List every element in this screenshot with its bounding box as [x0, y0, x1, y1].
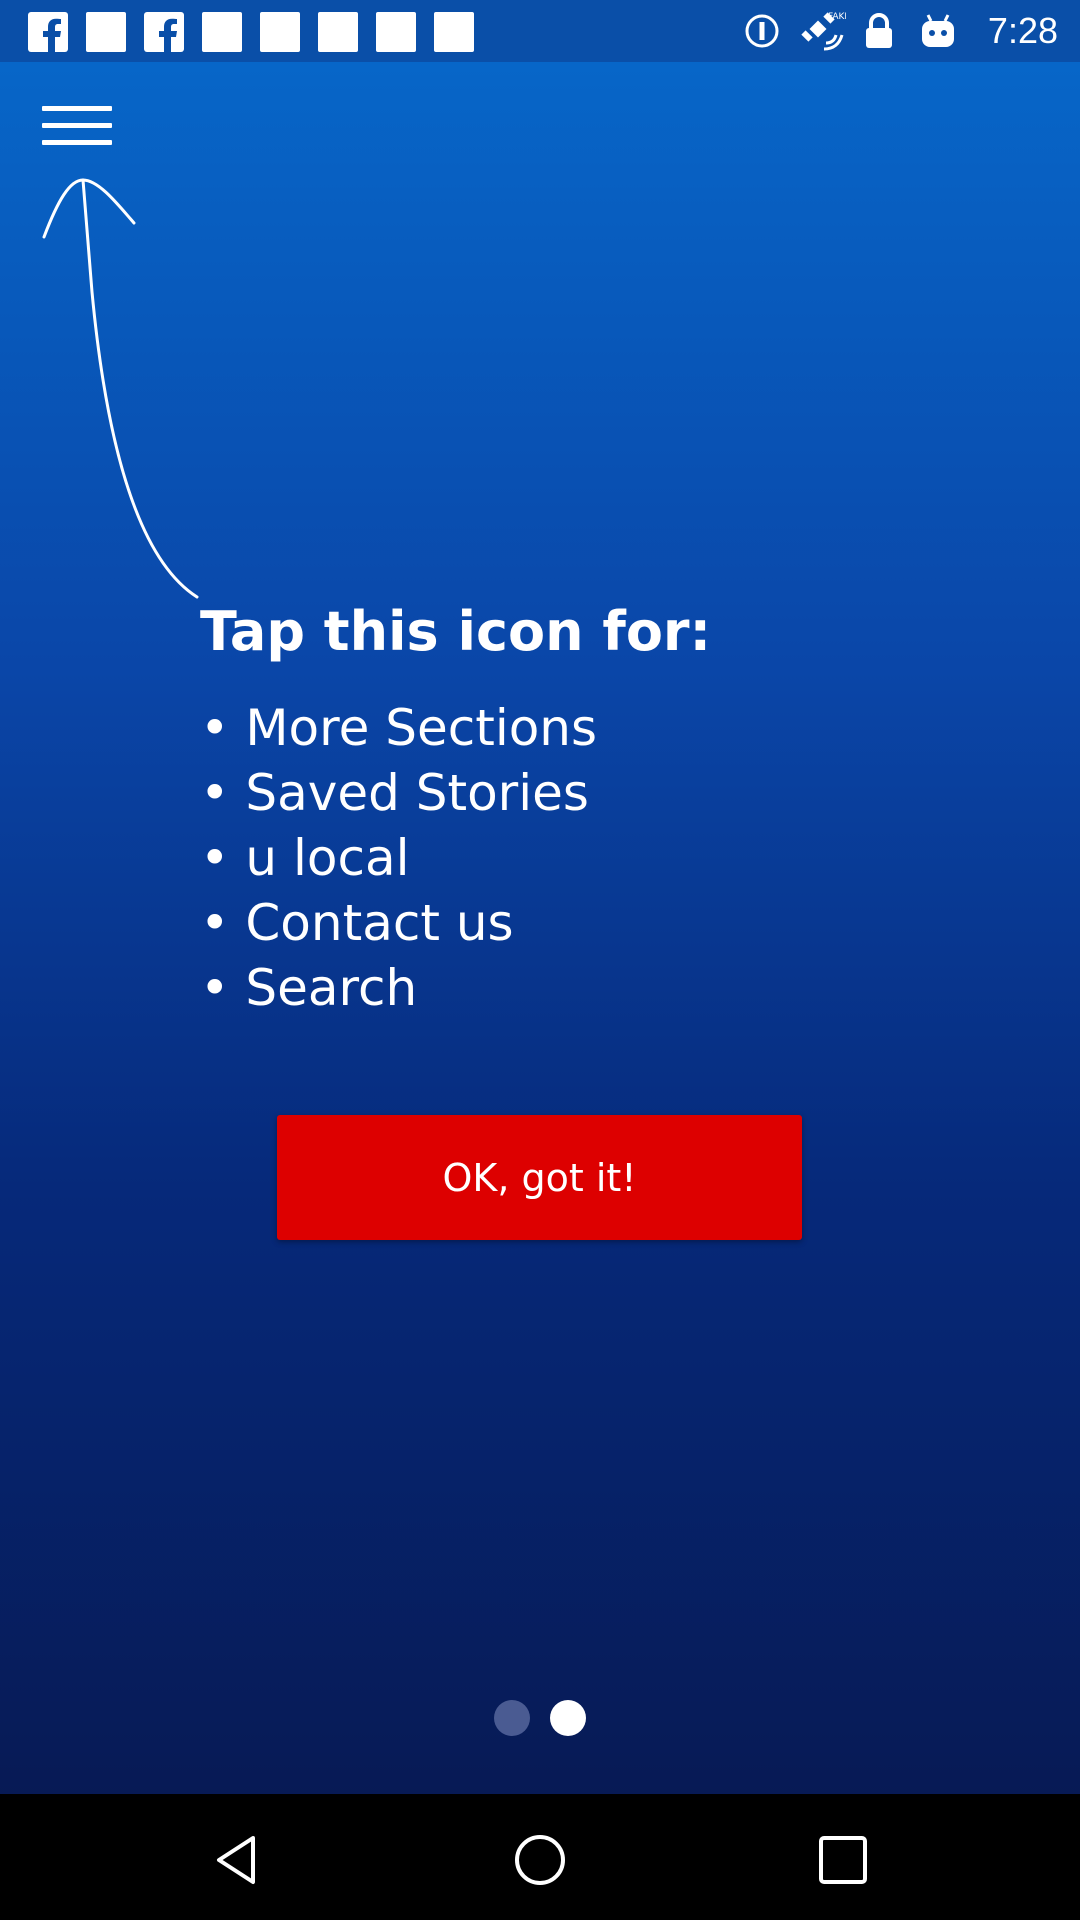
svg-text:FAKE: FAKE — [828, 12, 846, 22]
status-time: 7:28 — [987, 10, 1058, 51]
onboarding-overlay: Tap this icon for: More Sections Saved S… — [0, 62, 1080, 1794]
notification-square-icon — [202, 12, 242, 52]
notification-square-icon — [260, 12, 300, 52]
back-icon[interactable] — [209, 1832, 265, 1888]
facebook-icon — [28, 12, 68, 52]
info-circle-icon — [745, 14, 779, 48]
list-item: Contact us — [200, 891, 597, 956]
list-item: Saved Stories — [200, 761, 597, 826]
status-bar: FAKE 7:28 — [0, 0, 1080, 62]
system-icons: FAKE 7:28 — [744, 8, 1058, 54]
page-indicator — [0, 1698, 1080, 1738]
list-item: u local — [200, 826, 597, 891]
satellite-icon: FAKE — [801, 12, 846, 51]
page-dot[interactable] — [494, 1700, 530, 1736]
list-item: Search — [200, 956, 597, 1021]
lock-icon — [865, 13, 892, 48]
feature-list: More Sections Saved Stories u local Cont… — [200, 696, 597, 1021]
notification-square-icon — [376, 12, 416, 52]
notification-square-icon — [318, 12, 358, 52]
recents-icon[interactable] — [815, 1832, 871, 1888]
android-icon — [921, 14, 954, 47]
notification-square-icon — [434, 12, 474, 52]
page-dot-active[interactable] — [550, 1700, 586, 1736]
facebook-icon — [144, 12, 184, 52]
notification-square-icon — [86, 12, 126, 52]
overlay-heading: Tap this icon for: — [200, 600, 712, 663]
list-item: More Sections — [200, 696, 597, 761]
notification-icons — [28, 12, 492, 52]
navigation-bar — [0, 1794, 1080, 1920]
home-icon[interactable] — [512, 1832, 568, 1888]
ok-got-it-button[interactable]: OK, got it! — [277, 1115, 802, 1240]
